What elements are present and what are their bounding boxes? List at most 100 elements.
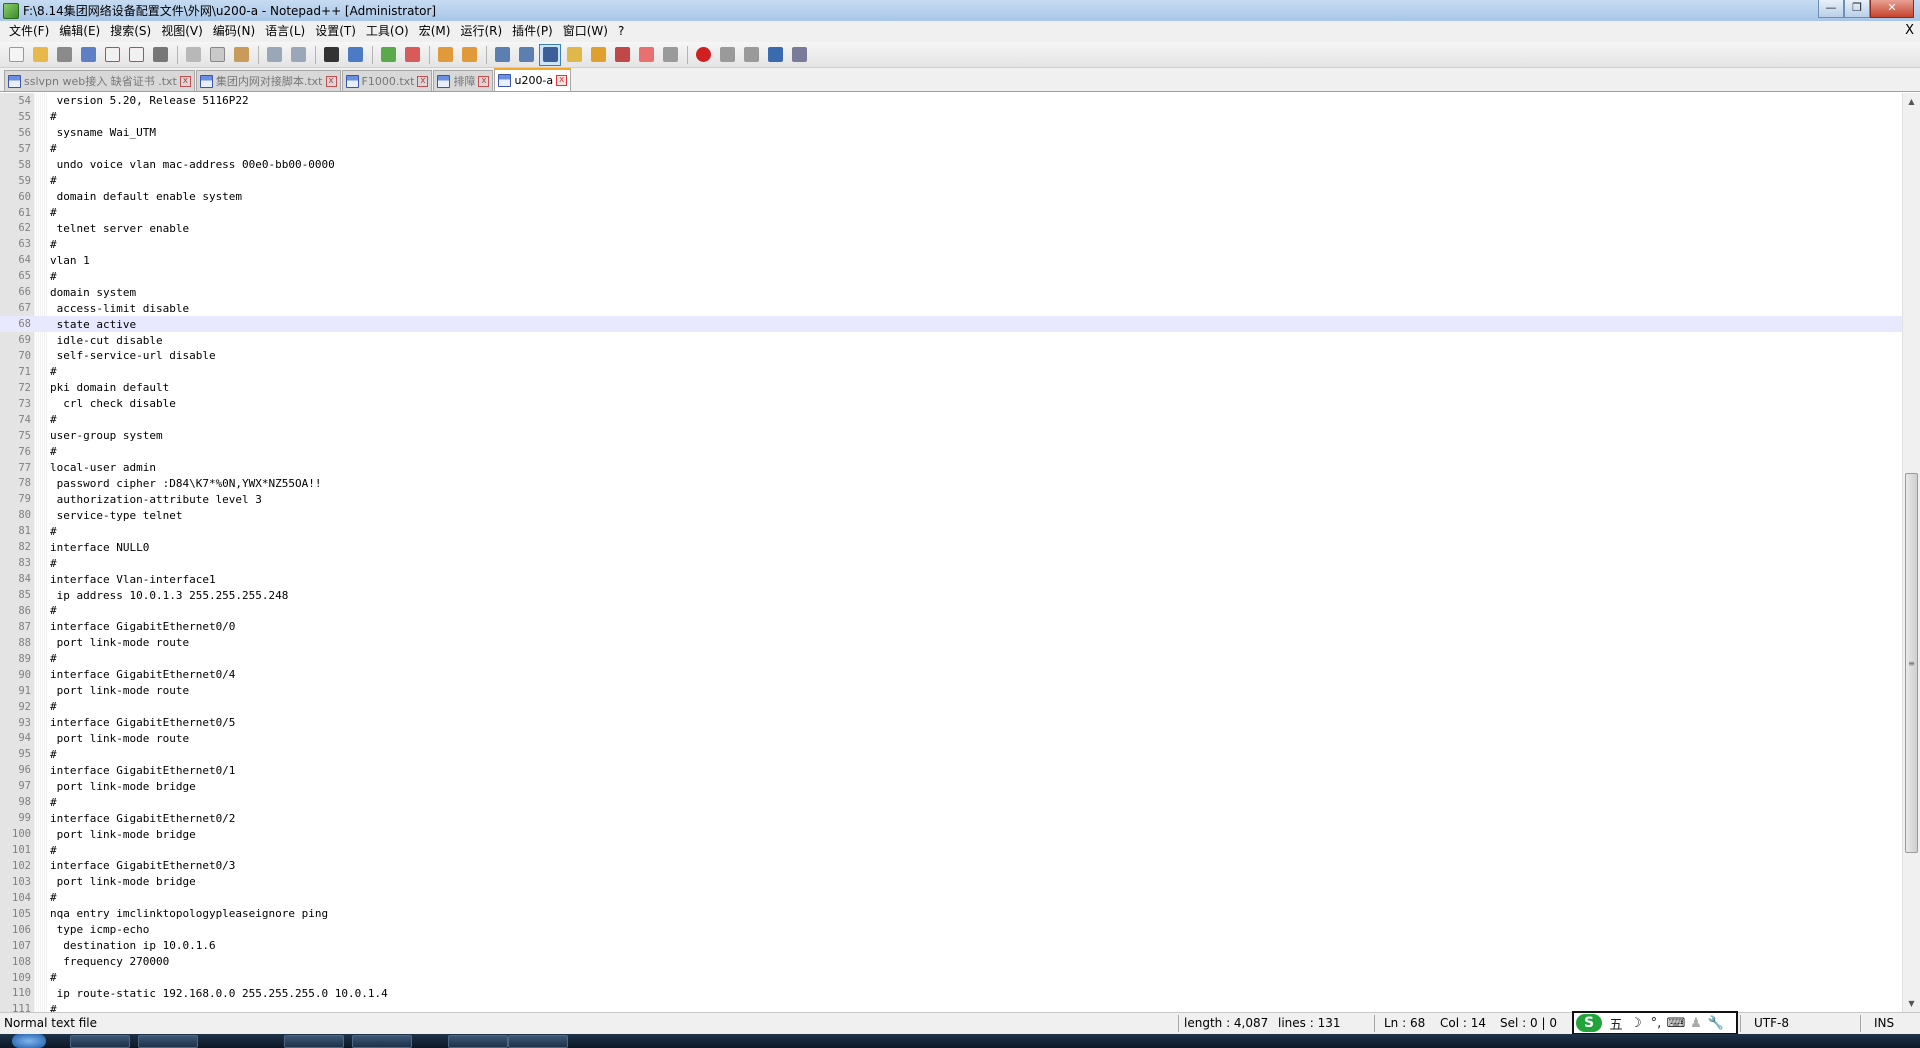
close-all-button[interactable]: [125, 44, 147, 66]
udl-button[interactable]: [563, 44, 585, 66]
line-text[interactable]: user-group system: [50, 429, 163, 442]
line-text[interactable]: #: [50, 445, 57, 458]
line-text[interactable]: crl check disable: [50, 397, 176, 410]
line-text[interactable]: port link-mode bridge: [50, 875, 196, 888]
line-text[interactable]: #: [50, 174, 57, 187]
code-line[interactable]: 86 #: [0, 603, 1902, 619]
line-text[interactable]: #: [50, 796, 57, 809]
tab-troubleshooting[interactable]: 排障 x: [433, 70, 494, 91]
line-text[interactable]: #: [50, 525, 57, 538]
line-text[interactable]: #: [50, 700, 57, 713]
line-text[interactable]: version 5.20, Release 5116P22: [50, 94, 249, 107]
code-line[interactable]: 75 user-group system: [0, 428, 1902, 444]
new-file-button[interactable]: [5, 44, 27, 66]
find-button[interactable]: [320, 44, 342, 66]
taskbar-app-button[interactable]: [70, 1035, 130, 1048]
code-line[interactable]: 65 #: [0, 268, 1902, 284]
ime-keyboard-icon[interactable]: ⌨: [1666, 1016, 1686, 1031]
tab-sslvpn[interactable]: sslvpn web接入 缺省证书 .txt x: [4, 70, 195, 91]
line-text[interactable]: #: [50, 1003, 57, 1012]
code-line[interactable]: 84 interface Vlan-interface1: [0, 571, 1902, 587]
line-text[interactable]: access-limit disable: [50, 302, 189, 315]
code-line[interactable]: 88 port link-mode route: [0, 635, 1902, 651]
code-line[interactable]: 79 authorization-attribute level 3: [0, 491, 1902, 507]
menu-tools[interactable]: 工具(O): [361, 22, 414, 41]
vertical-scrollbar[interactable]: ▲ ≡ ▼: [1902, 93, 1920, 1012]
menu-search[interactable]: 搜索(S): [105, 22, 156, 41]
taskbar-app-button[interactable]: [138, 1035, 198, 1048]
ime-wubi-mode[interactable]: 五: [1606, 1014, 1626, 1033]
code-line[interactable]: 67 access-limit disable: [0, 300, 1902, 316]
line-text[interactable]: #: [50, 142, 57, 155]
cut-button[interactable]: [182, 44, 204, 66]
line-text[interactable]: nqa entry imclinktopologypleaseignore pi…: [50, 907, 328, 920]
line-text[interactable]: interface NULL0: [50, 541, 149, 554]
menu-plugins[interactable]: 插件(P): [507, 22, 558, 41]
code-area[interactable]: 54 version 5.20, Release 5116P22 55 #56 sy…: [0, 93, 1902, 1012]
code-line[interactable]: 106 type icmp-echo: [0, 922, 1902, 938]
code-line[interactable]: 94 port link-mode route: [0, 731, 1902, 747]
code-line[interactable]: 56 sysname Wai_UTM: [0, 125, 1902, 141]
code-line[interactable]: 70 self-service-url disable: [0, 348, 1902, 364]
tab-close-icon[interactable]: x: [179, 75, 191, 87]
menu-language[interactable]: 语言(L): [260, 22, 310, 41]
sync-vertical-button[interactable]: [434, 44, 456, 66]
line-text[interactable]: interface GigabitEthernet0/5: [50, 716, 235, 729]
code-line[interactable]: 87 interface GigabitEthernet0/0: [0, 619, 1902, 635]
ime-toolbar[interactable]: S 五 ☽ °, ⌨ ♟ 🔧: [1572, 1011, 1738, 1035]
code-line[interactable]: 90 interface GigabitEthernet0/4: [0, 667, 1902, 683]
code-line[interactable]: 60 domain default enable system: [0, 189, 1902, 205]
menu-edit[interactable]: 编辑(E): [54, 22, 105, 41]
code-line[interactable]: 108 frequency 270000: [0, 954, 1902, 970]
line-text[interactable]: authorization-attribute level 3: [50, 493, 262, 506]
taskbar-app-button[interactable]: [448, 1035, 508, 1048]
tab-f1000[interactable]: F1000.txt x: [341, 70, 433, 91]
menu-run[interactable]: 运行(R): [455, 22, 507, 41]
code-line[interactable]: 99 interface GigabitEthernet0/2: [0, 810, 1902, 826]
save-button[interactable]: [53, 44, 75, 66]
code-line[interactable]: 101 #: [0, 842, 1902, 858]
code-line[interactable]: 68 state active: [0, 316, 1902, 333]
indent-guide-button[interactable]: [539, 43, 561, 66]
code-line[interactable]: 77 local-user admin: [0, 460, 1902, 476]
paste-button[interactable]: [230, 44, 252, 66]
line-text[interactable]: port link-mode route: [50, 636, 189, 649]
line-text[interactable]: undo voice vlan mac-address 00e0-bb00-00…: [50, 158, 335, 171]
line-text[interactable]: idle-cut disable: [50, 334, 163, 347]
line-text[interactable]: domain system: [50, 286, 136, 299]
menu-encoding[interactable]: 编码(N): [208, 22, 260, 41]
line-text[interactable]: interface Vlan-interface1: [50, 573, 216, 586]
code-line[interactable]: 89 #: [0, 651, 1902, 667]
line-text[interactable]: domain default enable system: [50, 190, 242, 203]
line-text[interactable]: #: [50, 206, 57, 219]
line-text[interactable]: state active: [50, 318, 136, 331]
copy-button[interactable]: [206, 44, 228, 66]
monitoring-button[interactable]: [659, 44, 681, 66]
save-macro-button[interactable]: [788, 44, 810, 66]
menu-view[interactable]: 视图(V): [156, 22, 208, 41]
close-file-button[interactable]: [101, 44, 123, 66]
code-line[interactable]: 92 #: [0, 699, 1902, 715]
line-text[interactable]: #: [50, 604, 57, 617]
code-line[interactable]: 102 interface GigabitEthernet0/3: [0, 858, 1902, 874]
line-text[interactable]: password cipher :D84\K7*%0N,YWX*NZ55OA!!: [50, 477, 322, 490]
open-file-button[interactable]: [29, 44, 51, 66]
line-text[interactable]: #: [50, 270, 57, 283]
line-text[interactable]: local-user admin: [50, 461, 156, 474]
line-text[interactable]: #: [50, 110, 57, 123]
menu-macro[interactable]: 宏(M): [414, 22, 456, 41]
code-line[interactable]: 97 port link-mode bridge: [0, 778, 1902, 794]
code-line[interactable]: 66 domain system: [0, 284, 1902, 300]
code-line[interactable]: 107 destination ip 10.0.1.6: [0, 938, 1902, 954]
code-line[interactable]: 61 #: [0, 205, 1902, 221]
tab-close-icon[interactable]: x: [325, 75, 337, 87]
scroll-down-arrow-icon[interactable]: ▼: [1903, 995, 1920, 1012]
sync-horizontal-button[interactable]: [458, 44, 480, 66]
code-line[interactable]: 95 #: [0, 746, 1902, 762]
ime-user-icon[interactable]: ♟: [1686, 1016, 1706, 1031]
save-all-button[interactable]: [77, 44, 99, 66]
taskbar-app-button[interactable]: [352, 1035, 412, 1048]
sogou-logo-icon[interactable]: S: [1576, 1014, 1602, 1032]
taskbar-app-button[interactable]: [284, 1035, 344, 1048]
undo-button[interactable]: [263, 44, 285, 66]
